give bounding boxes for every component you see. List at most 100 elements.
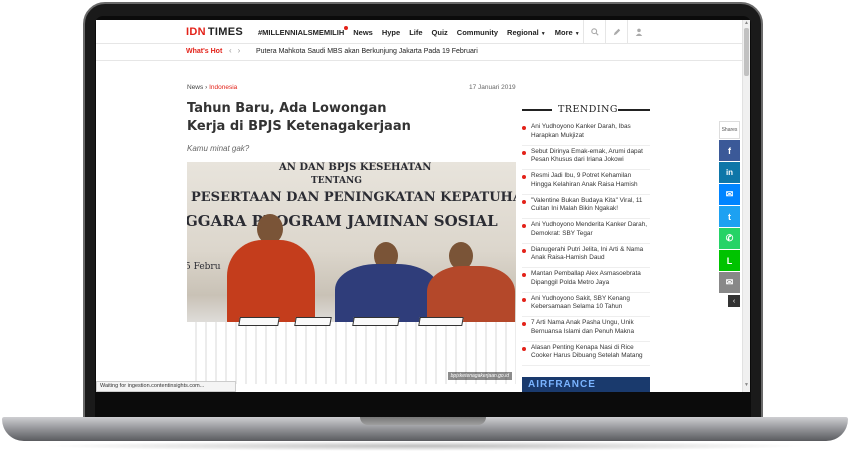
trending-item[interactable]: Sebut Dirinya Emak-emak, Arumi dapat Pes…	[522, 146, 650, 170]
nav-item-quiz[interactable]: Quiz	[432, 28, 448, 37]
article-photo: AN DAN BPJS KESEHATAN TENTANG PESERTAAN …	[187, 162, 516, 384]
logo-idn: IDN	[186, 26, 206, 38]
trending-list: Ani Yudhoyono Kanker Darah, Ibas Harapka…	[522, 121, 650, 366]
caret-down-icon: ▼	[574, 31, 580, 37]
scroll-down-icon[interactable]: ▼	[744, 382, 749, 388]
trending-item-text: Resmi Jadi Ibu, 9 Potret Kehamilan Hingg…	[531, 172, 638, 188]
trending-item[interactable]: "Valentine Bukan Budaya Kita" Viral, 11 …	[522, 195, 650, 219]
trending-item[interactable]: Ani Yudhoyono Sakit, SBY Kenang Kebersam…	[522, 293, 650, 317]
whats-hot-headline[interactable]: Putera Mahkota Saudi MBS akan Berkunjung…	[256, 48, 478, 55]
trending-item-text: Ani Yudhoyono Sakit, SBY Kenang Kebersam…	[531, 294, 630, 311]
trending-item[interactable]: Ani Yudhoyono Kanker Darah, Ibas Harapka…	[522, 121, 650, 146]
whats-hot-bar: What's Hot ‹› Putera Mahkota Saudi MBS a…	[96, 44, 742, 61]
header-actions	[583, 20, 649, 44]
photo-banner-line: TENTANG	[311, 176, 362, 186]
trending-item-text: Ani Yudhoyono Menderita Kanker Darah, De…	[531, 221, 648, 237]
laptop-shadow	[40, 441, 810, 451]
whats-hot-arrows: ‹›	[229, 46, 246, 55]
trending-item-text: Alasan Penting Kenapa Nasi di Rice Cooke…	[531, 343, 643, 360]
chevron-left-icon[interactable]: ‹	[229, 46, 238, 55]
bullet-icon	[522, 150, 526, 155]
collapse-share-icon[interactable]: ‹	[728, 295, 740, 307]
document	[418, 317, 464, 326]
site-logo[interactable]: IDN TIMES	[186, 26, 243, 38]
scroll-up-icon[interactable]: ▲	[744, 20, 749, 26]
nav-item-label: #MILLENNIALSMEMILIH	[258, 28, 345, 37]
main-nav: #MILLENNIALSMEMILIH News Hype Life Quiz …	[258, 26, 580, 37]
messenger-icon[interactable]: ✉	[719, 184, 740, 205]
nav-item-millennialsmemilih[interactable]: #MILLENNIALSMEMILIH	[258, 26, 349, 37]
photo-banner-line: GGARA PROGRAM JAMINAN SOSIAL	[187, 212, 498, 230]
bullet-icon	[522, 175, 526, 179]
trending-item-text: 7 Arti Nama Anak Pasha Ungu, Unik Bernua…	[531, 319, 635, 335]
site-header: IDN TIMES #MILLENNIALSMEMILIH News Hype L…	[96, 20, 742, 44]
share-count-label: Shares	[719, 121, 740, 139]
breadcrumb-category[interactable]: Indonesia	[209, 84, 237, 91]
linkedin-icon[interactable]: in	[719, 162, 740, 183]
chevron-right-icon[interactable]: ›	[238, 46, 247, 55]
trending-item[interactable]: Ani Yudhoyono Menderita Kanker Darah, De…	[522, 219, 650, 244]
trending-item[interactable]: 7 Arti Nama Anak Pasha Ungu, Unik Bernua…	[522, 317, 650, 342]
document	[238, 317, 280, 326]
trending-item[interactable]: Mantan Pemballap Alex Asmasoebrata Dipan…	[522, 268, 650, 293]
search-icon[interactable]	[583, 20, 605, 44]
trending-title: TRENDING	[558, 104, 619, 115]
nav-item-hype[interactable]: Hype	[382, 28, 400, 37]
trending-item-text: Ani Yudhoyono Kanker Darah, Ibas Harapka…	[531, 123, 631, 139]
facebook-icon[interactable]: f	[719, 140, 740, 161]
bullet-icon	[522, 248, 526, 253]
article-subtitle: Kamu minat gak?	[187, 144, 250, 153]
trending-header: TRENDING	[522, 104, 650, 116]
laptop-notch	[360, 417, 486, 425]
article-date: 17 Januari 2019	[469, 84, 516, 91]
trending-item-text: Mantan Pemballap Alex Asmasoebrata Dipan…	[531, 270, 641, 286]
pencil-icon[interactable]	[605, 20, 627, 44]
bullet-icon	[522, 322, 526, 326]
nav-item-more[interactable]: More ▼	[555, 28, 580, 37]
whatsapp-icon[interactable]: ✆	[719, 228, 740, 249]
article-title: Tahun Baru, Ada Lowongan Kerja di BPJS K…	[187, 101, 411, 134]
caret-down-icon: ▼	[540, 31, 546, 37]
breadcrumb-home[interactable]: News	[187, 84, 203, 91]
bullet-icon	[522, 199, 526, 204]
trending-item-text: "Valentine Bukan Budaya Kita" Viral, 11 …	[531, 196, 643, 213]
nav-item-label: More	[554, 28, 573, 37]
photo-caption: bpjsketenagakerjaan.go.id	[447, 372, 512, 380]
nav-item-regional[interactable]: Regional ▼	[507, 28, 546, 37]
bullet-icon	[522, 297, 526, 302]
user-icon[interactable]	[627, 20, 649, 44]
bullet-icon	[522, 273, 526, 277]
nav-item-community[interactable]: Community	[457, 28, 498, 37]
laptop-mockup: IDN TIMES #MILLENNIALSMEMILIH News Hype L…	[0, 0, 860, 475]
new-dot-icon	[344, 26, 349, 30]
line-icon[interactable]: L	[719, 250, 740, 271]
browser-status-bar: Waiting for ingestion.contentinsights.co…	[96, 381, 236, 392]
photo-banner-line: PESERTAAN DAN PENINGKATAN KEPATUHAN	[191, 190, 516, 205]
trending-item[interactable]: Resmi Jadi Ibu, 9 Potret Kehamilan Hingg…	[522, 170, 650, 195]
whats-hot-label: What's Hot	[186, 48, 223, 55]
email-icon[interactable]: ✉	[719, 272, 740, 293]
airfrance-ad-banner[interactable]: AIRFRANCE	[522, 377, 650, 392]
document	[294, 317, 332, 326]
trending-rule	[618, 109, 650, 111]
trending-item[interactable]: Dianugerahi Putri Jelita, Ini Arti & Nam…	[522, 244, 650, 268]
trending-item[interactable]: Alasan Penting Kenapa Nasi di Rice Cooke…	[522, 342, 650, 366]
photo-banner-line: AN DAN BPJS KESEHATAN	[279, 162, 432, 173]
bullet-icon	[522, 224, 526, 228]
trending-rule	[522, 109, 552, 111]
twitter-icon[interactable]: t	[719, 206, 740, 227]
nav-item-news[interactable]: News	[353, 28, 373, 37]
trending-item-text: Sebut Dirinya Emak-emak, Arumi dapat Pes…	[531, 147, 643, 164]
breadcrumb: News › Indonesia	[187, 84, 237, 91]
logo-times: TIMES	[207, 26, 243, 38]
nav-item-life[interactable]: Life	[409, 28, 422, 37]
share-bar: Shares f in ✉ t ✆ L ✉ ‹	[719, 121, 740, 307]
scrollbar-thumb[interactable]	[744, 28, 749, 76]
scrollbar[interactable]: ▲ ▼	[742, 20, 750, 392]
bullet-icon	[522, 126, 526, 130]
browser-viewport: IDN TIMES #MILLENNIALSMEMILIH News Hype L…	[96, 20, 750, 392]
bullet-icon	[522, 346, 526, 351]
document	[352, 317, 400, 326]
trending-item-text: Dianugerahi Putri Jelita, Ini Arti & Nam…	[531, 245, 644, 262]
nav-item-label: Regional	[507, 28, 539, 37]
